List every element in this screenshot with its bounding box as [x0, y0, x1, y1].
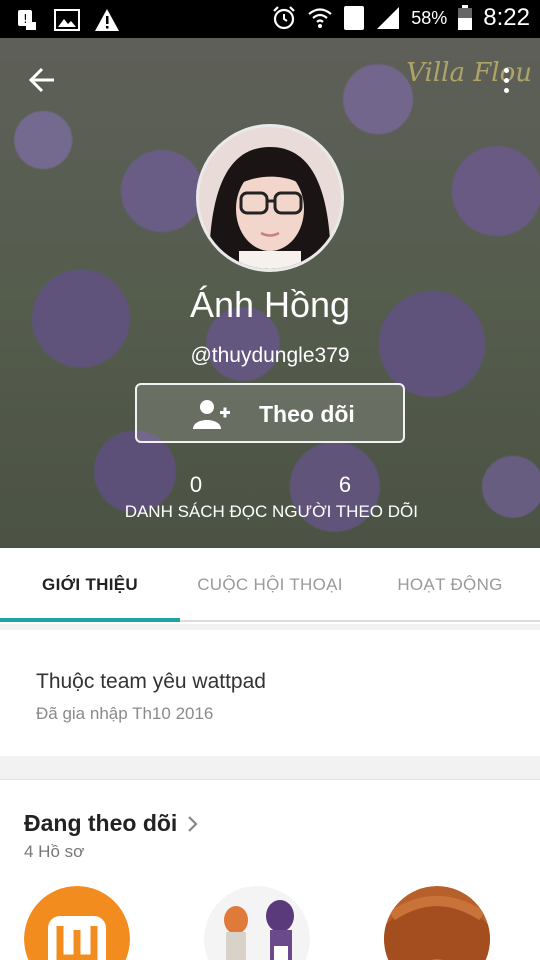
following-avatar-landscape[interactable]: [384, 886, 490, 960]
about-description: Thuộc team yêu wattpad: [36, 670, 266, 693]
status-bar: ! 58% 8:22: [0, 0, 540, 38]
stat-reading-lists[interactable]: 0 DANH SÁCH ĐỌC: [124, 472, 268, 522]
tab-about[interactable]: GIỚI THIỆU: [0, 548, 180, 622]
following-avatar-anime[interactable]: [204, 886, 310, 960]
more-vert-icon: [503, 67, 509, 73]
stat-followers[interactable]: 6 NGƯỜI THEO DÕI: [272, 472, 418, 522]
alarm-icon: [271, 5, 297, 31]
add-person-icon: [193, 399, 231, 434]
image-icon: [54, 7, 80, 33]
sim-icon: [343, 5, 365, 31]
section-divider: [0, 756, 540, 780]
tab-conversations[interactable]: CUỘC HỘI THOẠI: [180, 548, 360, 622]
notification-alert-icon: !: [14, 7, 40, 33]
profile-name: Ánh Hồng: [189, 284, 351, 325]
profile-username: @thuydungle379: [190, 344, 350, 367]
profile-header: Villa Flou Ánh Hồng @thuydungle379 Theo …: [0, 38, 540, 548]
signal-icon: [375, 5, 401, 31]
avatar[interactable]: [196, 124, 344, 272]
tab-indicator: [0, 618, 180, 622]
follow-label: Theo dõi: [259, 401, 355, 427]
following-section: Đang theo dõi 4 Hồ sơ: [0, 780, 540, 960]
about-section: Thuộc team yêu wattpad Đã gia nhập Th10 …: [0, 624, 540, 756]
chevron-right-icon: [188, 815, 198, 832]
battery-icon: [457, 5, 473, 31]
following-title: Đang theo dõi: [24, 810, 178, 836]
following-header[interactable]: Đang theo dõi: [24, 810, 199, 837]
stat-label: DANH SÁCH ĐỌC: [124, 502, 268, 521]
stat-value: 6: [338, 472, 352, 497]
arrow-back-icon: [28, 67, 54, 93]
follow-button[interactable]: Theo dõi: [135, 383, 405, 443]
following-count: 4 Hồ sơ: [24, 842, 85, 861]
back-button[interactable]: [26, 64, 58, 96]
stat-value: 0: [189, 472, 203, 497]
wifi-icon: [307, 5, 333, 31]
profile-tabs: GIỚI THIỆU CUỘC HỘI THOẠI HOẠT ĐỘNG: [0, 548, 540, 622]
more-options-button[interactable]: [498, 64, 514, 96]
warning-icon: [94, 7, 120, 33]
clock: 8:22: [483, 4, 530, 31]
stat-label: NGƯỜI THEO DÕI: [272, 502, 418, 521]
battery-percent: 58%: [411, 7, 448, 28]
following-avatar-wattpad[interactable]: [24, 886, 130, 960]
tab-activity[interactable]: HOẠT ĐỘNG: [360, 548, 540, 622]
join-date: Đã gia nhập Th10 2016: [36, 704, 214, 723]
